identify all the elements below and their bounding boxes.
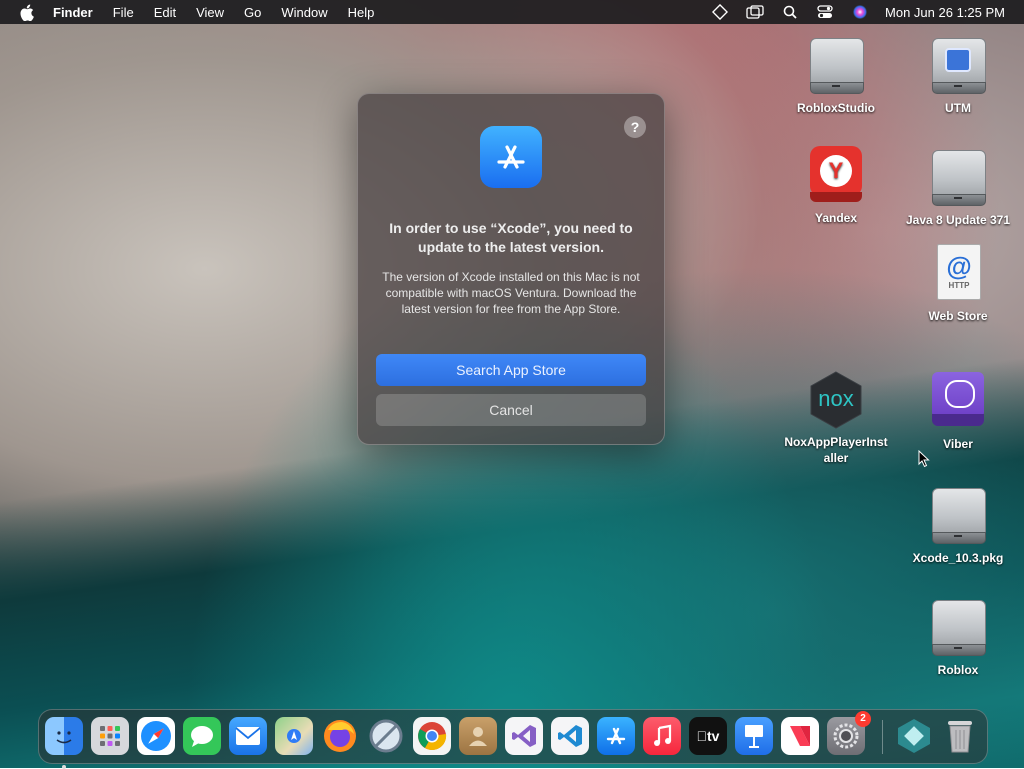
disk-icon <box>929 148 987 206</box>
update-required-dialog: ? In order to use “Xcode”, you need to u… <box>357 93 665 445</box>
running-indicator <box>62 765 66 769</box>
dock-keynote-icon[interactable] <box>735 717 773 755</box>
disk-icon <box>807 36 865 94</box>
desktop-icon-label: UTM <box>945 101 971 115</box>
search-app-store-button[interactable]: Search App Store <box>376 354 646 386</box>
dock-firefox-icon[interactable] <box>321 717 359 755</box>
menu-edit[interactable]: Edit <box>154 5 176 20</box>
desktop-icon-label: NoxAppPlayerInst aller <box>781 434 891 466</box>
dock-trash-icon[interactable] <box>941 717 979 755</box>
desktop-icon-yandex[interactable]: Y Yandex <box>781 146 891 226</box>
dock-safari-icon[interactable] <box>137 717 175 755</box>
desktop-icon-robloxstudio[interactable]: RobloxStudio <box>781 36 891 116</box>
menu-go[interactable]: Go <box>244 5 261 20</box>
notification-badge: 2 <box>855 711 871 727</box>
search-icon[interactable] <box>781 4 799 20</box>
menu-bar: Finder File Edit View Go Window Help Mon… <box>0 0 1024 24</box>
dock-visual-studio-icon[interactable] <box>505 717 543 755</box>
dock-system-settings-icon[interactable]: 2 <box>827 711 871 755</box>
apple-menu-icon[interactable] <box>17 3 35 21</box>
desktop-icon-label: RobloxStudio <box>797 101 875 115</box>
dock-mail-icon[interactable] <box>229 717 267 755</box>
dock-no-entry-icon[interactable] <box>367 717 405 755</box>
utm-icon <box>929 36 987 94</box>
nox-logo-text: nox <box>818 386 854 411</box>
windows-icon[interactable] <box>746 4 764 20</box>
menu-help[interactable]: Help <box>348 5 375 20</box>
menu-bar-clock[interactable]: Mon Jun 26 1:25 PM <box>885 5 1005 20</box>
dock-messages-icon[interactable] <box>183 717 221 755</box>
nox-label-line2: aller <box>823 451 849 465</box>
mouse-cursor-icon <box>918 449 930 468</box>
app-store-icon <box>480 126 542 188</box>
dialog-title: In order to use “Xcode”, you need to upd… <box>389 220 633 255</box>
yandex-icon: Y <box>807 146 865 204</box>
menu-file[interactable]: File <box>113 5 134 20</box>
nox-label-line1: NoxAppPlayerInst <box>784 435 888 449</box>
dock-launchpad-icon[interactable] <box>91 717 129 755</box>
menu-view[interactable]: View <box>196 5 224 20</box>
dock-music-icon[interactable] <box>643 717 681 755</box>
disk-icon <box>929 486 987 544</box>
dock-contacts-icon[interactable] <box>459 717 497 755</box>
dock-vscode-icon[interactable] <box>551 717 589 755</box>
desktop-icon-utm[interactable]: UTM <box>903 36 1013 116</box>
viber-icon <box>929 372 987 430</box>
menu-bar-status-area: Mon Jun 26 1:25 PM <box>694 0 1005 24</box>
dock-separator <box>882 720 883 754</box>
web-store-icon: @ HTTP <box>929 244 987 302</box>
desktop-icon-java[interactable]: Java 8 Update 371 <box>903 148 1013 228</box>
control-center-icon[interactable] <box>816 4 834 20</box>
desktop-icon-label: Yandex <box>814 211 858 225</box>
disk-icon <box>929 598 987 656</box>
desktop-icon-nox-installer[interactable]: nox NoxAppPlayerInst aller <box>781 370 891 466</box>
dock: tv 2 <box>38 709 988 769</box>
tv-label: tv <box>701 728 719 744</box>
help-button[interactable]: ? <box>624 116 646 138</box>
desktop-icon-label: Web Store <box>928 309 988 323</box>
dock-app-store-icon[interactable] <box>597 717 635 755</box>
siri-icon[interactable] <box>851 4 869 20</box>
desktop-icon-label: Xcode_10.3.pkg <box>912 551 1004 565</box>
nox-icon: nox <box>807 370 865 429</box>
desktop-icon-web-store[interactable]: @ HTTP Web Store <box>903 244 1013 324</box>
desktop-icon-label: Roblox <box>937 663 979 677</box>
web-store-glyph: @ <box>946 251 972 281</box>
dock-news-icon[interactable] <box>781 717 819 755</box>
dock-chrome-icon[interactable] <box>413 717 451 755</box>
desktop-icon-label: Java 8 Update 371 <box>905 213 1011 227</box>
desktop-icon-roblox[interactable]: Roblox <box>903 598 1013 678</box>
menu-window[interactable]: Window <box>281 5 327 20</box>
dialog-message: The version of Xcode installed on this M… <box>382 270 640 316</box>
desktop-icon-xcode-pkg[interactable]: Xcode_10.3.pkg <box>903 486 1013 566</box>
dock-maps-icon[interactable] <box>275 717 313 755</box>
desktop-icon-viber[interactable]: Viber <box>903 372 1013 452</box>
diamond-icon[interactable] <box>711 4 729 20</box>
web-store-caption: HTTP <box>948 281 970 290</box>
dock-tv-icon[interactable]: tv <box>689 717 727 755</box>
apple-glyph-icon:  <box>697 728 708 744</box>
dock-nox-icon[interactable] <box>895 717 933 755</box>
cancel-button[interactable]: Cancel <box>376 394 646 426</box>
dock-finder-icon[interactable] <box>45 717 83 769</box>
menu-app-finder[interactable]: Finder <box>53 5 93 20</box>
